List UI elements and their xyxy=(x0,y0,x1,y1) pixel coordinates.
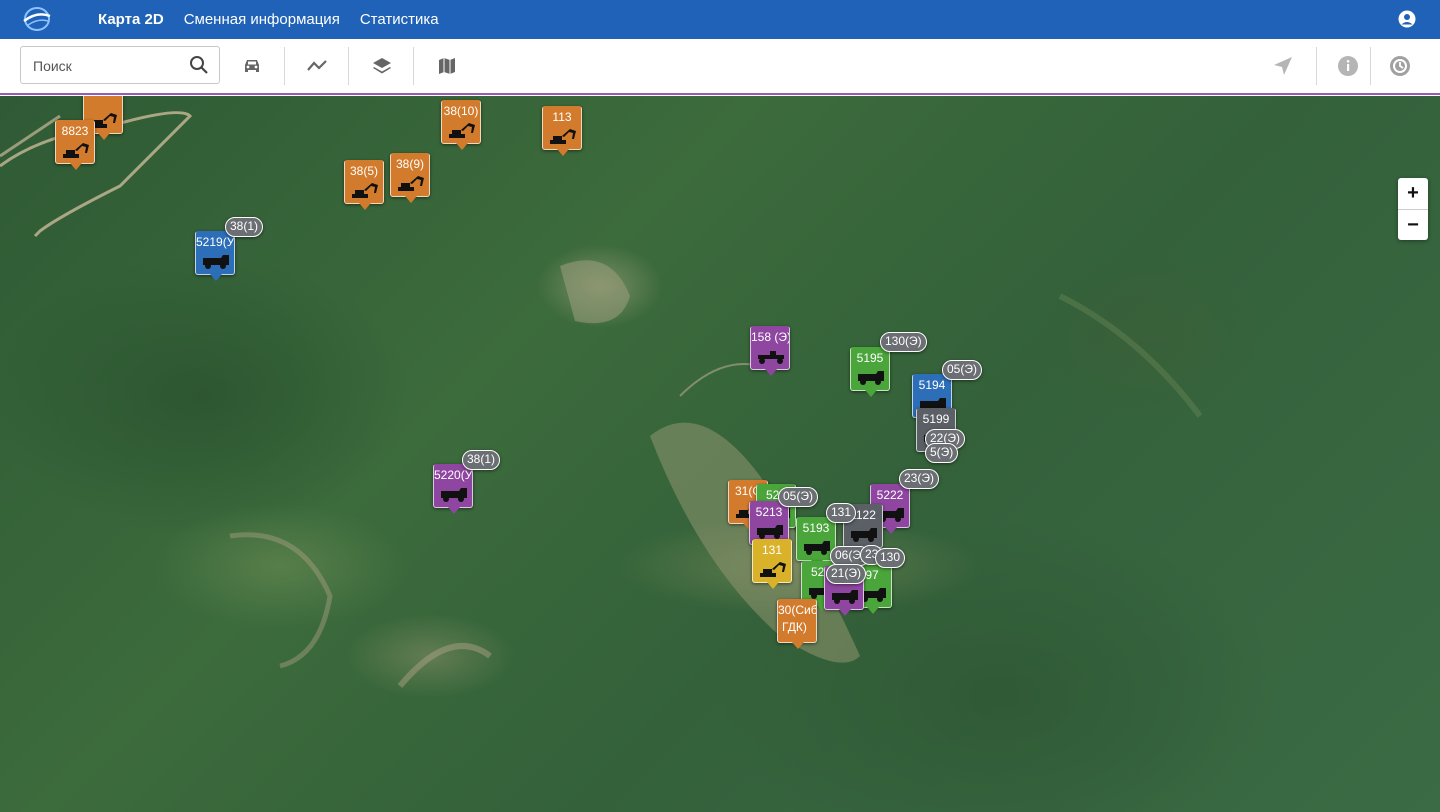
vehicle-marker-label: 113 xyxy=(552,110,572,124)
dump-truck-icon xyxy=(203,255,229,269)
terrain-overlay xyxy=(0,111,1203,688)
dump-truck-icon xyxy=(757,525,783,539)
vehicle-marker[interactable]: 8823 xyxy=(55,120,95,170)
history-icon[interactable] xyxy=(1389,55,1411,77)
dump-truck-icon xyxy=(832,590,858,604)
vehicle-marker[interactable]: 38(5) xyxy=(344,160,384,210)
search-box xyxy=(20,46,220,84)
vehicle-marker[interactable]: 113 xyxy=(542,106,582,156)
dump-truck-icon xyxy=(851,528,877,542)
vehicle-marker[interactable]: 5220(У xyxy=(433,464,473,514)
vehicle-marker[interactable]: 5219(У xyxy=(195,231,235,281)
vehicle-marker[interactable]: 38(9) xyxy=(390,153,430,203)
dump-truck-icon xyxy=(858,371,884,385)
search-input[interactable] xyxy=(33,55,183,77)
vehicle-marker-label: 158 (Э) xyxy=(751,330,789,344)
cluster-bubble[interactable]: 05(Э) xyxy=(942,360,982,380)
cluster-bubble[interactable]: 21(Э) xyxy=(826,564,866,584)
excavator-icon xyxy=(352,183,378,198)
toolbar-divider xyxy=(1370,47,1371,85)
satellite-map[interactable]: 8823 38(10) 113 38(5) 38(9) 5219(У 158 (… xyxy=(0,96,1440,812)
vehicle-marker-sublabel: ГДК) xyxy=(782,620,807,634)
zoom-control: + − xyxy=(1398,178,1428,240)
toolbar-divider xyxy=(413,47,414,85)
excavator-icon xyxy=(63,143,89,158)
vehicle-marker[interactable]: 38(10) xyxy=(441,100,481,150)
nav-map-2d[interactable]: Карта 2D xyxy=(98,11,164,28)
vehicle-marker-label: 8823 xyxy=(61,124,89,138)
vehicle-marker-label: 30(Сиб xyxy=(778,603,816,617)
toolbar xyxy=(0,39,1440,95)
vehicle-marker-label: 5194 xyxy=(918,378,946,392)
toolbar-divider xyxy=(1316,47,1317,85)
cluster-bubble[interactable]: 38(1) xyxy=(462,450,501,470)
cluster-bubble[interactable]: 131 xyxy=(826,503,857,523)
excavator-icon xyxy=(398,176,424,191)
top-bar: Карта 2D Сменная информация Статистика xyxy=(0,0,1440,39)
vehicle-marker[interactable]: 131 xyxy=(752,539,792,589)
vehicle-marker[interactable]: 30(Сиб ГДК) xyxy=(777,599,817,649)
main-nav: Карта 2D Сменная информация Статистика xyxy=(98,0,439,39)
car-icon[interactable] xyxy=(241,55,263,77)
vehicle-marker[interactable]: 158 (Э) xyxy=(750,326,790,376)
excavator-icon xyxy=(760,562,786,577)
grader-icon xyxy=(758,351,784,364)
vehicle-marker-label: 5219(У xyxy=(196,235,234,249)
zoom-in-button[interactable]: + xyxy=(1398,178,1428,209)
nav-shift-info[interactable]: Сменная информация xyxy=(184,11,340,28)
layers-icon[interactable] xyxy=(371,55,393,77)
search-icon[interactable] xyxy=(189,55,209,75)
user-account-icon[interactable] xyxy=(1398,10,1416,28)
nav-statistics[interactable]: Статистика xyxy=(360,11,439,28)
toolbar-divider xyxy=(348,47,349,85)
app-logo-icon[interactable] xyxy=(22,6,52,32)
vehicle-marker-label: 131 xyxy=(761,543,783,557)
excavator-icon xyxy=(550,129,576,144)
cluster-bubble[interactable]: 05(Э) xyxy=(778,487,818,507)
navigation-arrow-icon[interactable] xyxy=(1272,55,1294,77)
vehicle-marker-label: 5222 xyxy=(876,488,904,502)
vehicle-marker-label: 5193 xyxy=(802,521,830,535)
cluster-bubble[interactable]: 130(Э) xyxy=(880,332,927,352)
vehicle-marker-label: 5220(У xyxy=(434,468,472,482)
trend-line-icon[interactable] xyxy=(306,55,328,77)
map-icon[interactable] xyxy=(436,55,458,77)
vehicle-marker-label: 5195 xyxy=(856,351,884,365)
cluster-bubble[interactable]: 130 xyxy=(875,548,906,568)
vehicle-marker-label: 38(10) xyxy=(443,104,479,118)
vehicle-marker-label: 5213 xyxy=(755,505,783,519)
dump-truck-icon xyxy=(804,541,830,555)
vehicle-marker[interactable]: 5195 xyxy=(850,347,890,397)
excavator-icon xyxy=(449,123,475,138)
cluster-bubble[interactable]: 23(Э) xyxy=(899,469,939,489)
dump-truck-icon xyxy=(441,488,467,502)
cluster-bubble[interactable]: 5(Э) xyxy=(925,443,959,463)
vehicle-marker-label: 38(5) xyxy=(349,164,378,178)
toolbar-divider xyxy=(284,47,285,85)
vehicle-marker-label: 38(9) xyxy=(395,157,424,171)
info-icon[interactable] xyxy=(1337,55,1359,77)
cluster-bubble[interactable]: 38(1) xyxy=(225,217,264,237)
vehicle-marker-label: 5199 xyxy=(922,412,950,426)
zoom-out-button[interactable]: − xyxy=(1398,209,1428,240)
